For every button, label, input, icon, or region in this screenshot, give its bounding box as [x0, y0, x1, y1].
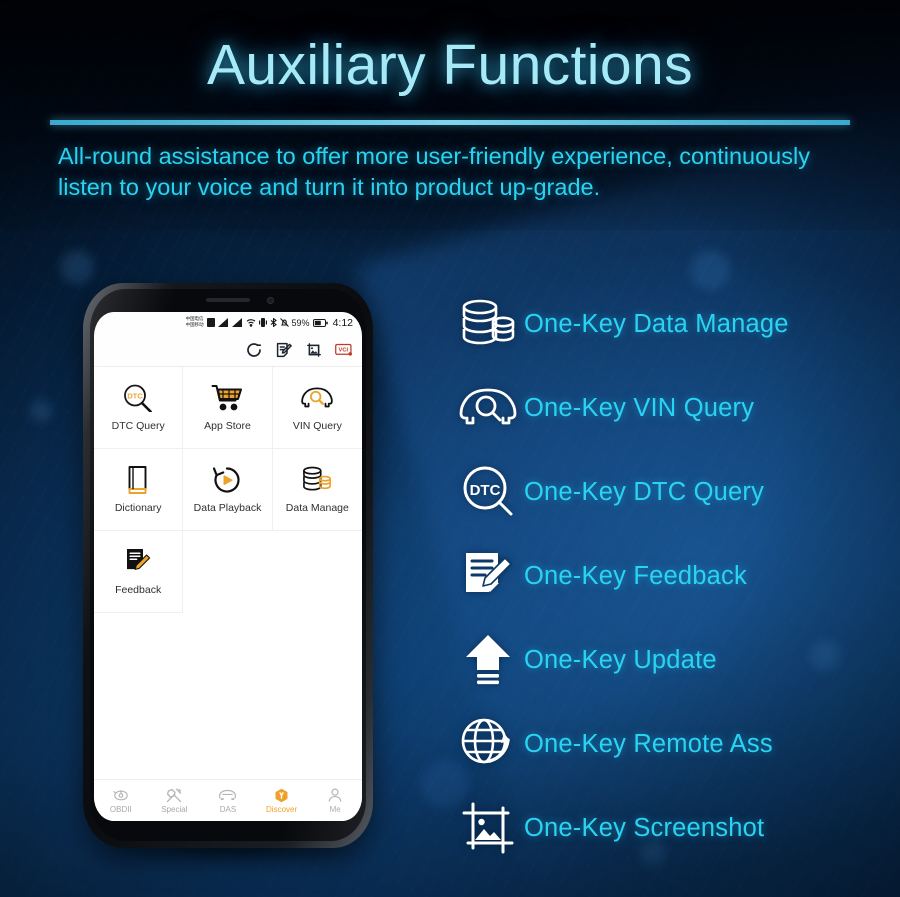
grid-item-data-playback[interactable]: Data Playback — [183, 449, 273, 531]
das-icon — [219, 788, 237, 803]
feature-label: One-Key Update — [524, 645, 717, 674]
me-icon — [328, 788, 342, 803]
mute-bell-icon — [279, 318, 289, 327]
grid-item-label: VIN Query — [292, 420, 342, 432]
feature-label: One-Key Remote Ass — [524, 729, 773, 758]
phone-mockup: 中国电信 中国移动 59% 4:12 VCI DTC DTC Query App… — [83, 283, 373, 848]
vibrate-icon — [258, 318, 267, 327]
svg-text:VCI: VCI — [339, 347, 349, 353]
carrier-labels: 中国电信 中国移动 — [186, 317, 204, 327]
feedback-icon — [124, 547, 152, 577]
clock-label: 4:12 — [332, 316, 353, 329]
screenshot-icon[interactable] — [305, 341, 322, 358]
grid-empty-cell — [183, 531, 273, 613]
dictionary-icon — [124, 465, 152, 495]
signal-bars-icon-2 — [231, 318, 243, 327]
feature-item-update: One-Key Update — [452, 618, 900, 702]
dtc-query-icon: DTC — [122, 383, 154, 413]
nav-label: DAS — [219, 804, 237, 814]
header: Auxiliary Functions All-round assistance… — [0, 0, 900, 203]
phone-screen: 中国电信 中国移动 59% 4:12 VCI DTC DTC Query App… — [94, 312, 362, 821]
nav-label: Discover — [266, 804, 298, 814]
nav-item-das[interactable]: DAS — [201, 788, 255, 814]
feature-item-vin-query: One-Key VIN Query — [452, 366, 900, 450]
dtc-magnifier-icon: DTC — [452, 461, 524, 523]
refresh-icon[interactable] — [245, 341, 262, 358]
phone-notch — [90, 289, 366, 312]
signal-bars-icon-1 — [217, 318, 229, 327]
app-content-blank-area — [94, 613, 362, 779]
grid-item-data-manage[interactable]: Data Manage — [272, 449, 362, 531]
carrier-line-2: 中国移动 — [185, 322, 204, 327]
grid-item-label: Data Playback — [193, 502, 262, 514]
bluetooth-icon — [270, 318, 277, 327]
feature-label: One-Key Feedback — [524, 561, 747, 590]
feature-item-dtc-query: DTC One-Key DTC Query — [452, 450, 900, 534]
screenshot-frame-icon — [452, 797, 524, 859]
obdii-icon — [112, 788, 129, 803]
grid-item-dtc-query[interactable]: DTC DTC Query — [94, 367, 184, 449]
feature-item-remote-assistance: One-Key Remote Ass — [452, 702, 900, 786]
special-icon — [166, 788, 182, 803]
nav-item-special[interactable]: Special — [148, 788, 202, 814]
grid-item-vin-query[interactable]: VIN Query — [272, 367, 362, 449]
wifi-icon — [246, 318, 256, 327]
app-toolbar: VCI — [94, 333, 362, 366]
feature-item-screenshot: One-Key Screenshot — [452, 786, 900, 870]
discover-icon — [274, 788, 289, 803]
feature-label: One-Key Data Manage — [524, 309, 789, 338]
feature-item-data-manage: One-Key Data Manage — [452, 282, 900, 366]
front-camera-icon — [266, 297, 274, 304]
grid-item-label: Data Manage — [285, 502, 349, 514]
nav-label: Me — [329, 804, 341, 814]
status-bar: 中国电信 中国移动 59% 4:12 — [94, 312, 362, 333]
nav-label: Special — [161, 804, 188, 814]
grid-item-label: Dictionary — [114, 502, 162, 514]
feature-label: One-Key DTC Query — [524, 477, 765, 506]
feature-label: One-Key Screenshot — [524, 813, 765, 842]
sim-card-icon — [206, 318, 215, 327]
nav-item-me[interactable]: Me — [308, 788, 362, 814]
app-function-grid: DTC DTC Query App Store VIN Query Dictio… — [94, 366, 362, 613]
battery-percent-label: 59% — [291, 317, 310, 328]
bottom-navigation: OBDII Special DAS Discover Me — [94, 779, 362, 821]
vci-icon[interactable]: VCI — [335, 341, 352, 358]
grid-item-label: App Store — [204, 420, 251, 432]
feature-label: One-Key VIN Query — [524, 393, 755, 422]
grid-item-feedback[interactable]: Feedback — [94, 531, 184, 613]
svg-text:DTC: DTC — [470, 482, 501, 499]
grid-item-label: Feedback — [115, 584, 162, 596]
nav-item-obdii[interactable]: OBDII — [94, 788, 148, 814]
feature-item-feedback: One-Key Feedback — [452, 534, 900, 618]
upload-arrow-icon — [452, 629, 524, 691]
data-playback-icon — [212, 465, 242, 495]
grid-empty-cell — [272, 531, 362, 613]
database-stack-icon — [452, 293, 524, 355]
page-title: Auxiliary Functions — [207, 33, 693, 97]
page-subtitle: All-round assistance to offer more user-… — [58, 143, 810, 200]
battery-icon — [312, 318, 328, 327]
grid-item-dictionary[interactable]: Dictionary — [94, 449, 184, 531]
globe-arrow-icon — [452, 713, 524, 775]
svg-text:DTC: DTC — [127, 392, 143, 401]
feature-list: One-Key Data Manage One-Key VIN Query DT… — [452, 282, 900, 870]
car-vin-search-icon — [452, 377, 524, 439]
grid-item-app-store[interactable]: App Store — [183, 367, 273, 449]
feedback-pencil-icon — [452, 545, 524, 607]
phone-inner-bezel: 中国电信 中国移动 59% 4:12 VCI DTC DTC Query App… — [90, 289, 366, 841]
grid-item-label: DTC Query — [111, 420, 165, 432]
title-divider — [50, 120, 850, 125]
nav-label: OBDII — [109, 804, 132, 814]
vin-query-icon — [301, 383, 334, 413]
app-store-icon — [211, 383, 243, 413]
earpiece-speaker-icon — [206, 298, 250, 302]
feedback-icon[interactable] — [275, 341, 292, 358]
data-manage-icon — [302, 465, 332, 495]
nav-item-discover[interactable]: Discover — [255, 788, 309, 814]
